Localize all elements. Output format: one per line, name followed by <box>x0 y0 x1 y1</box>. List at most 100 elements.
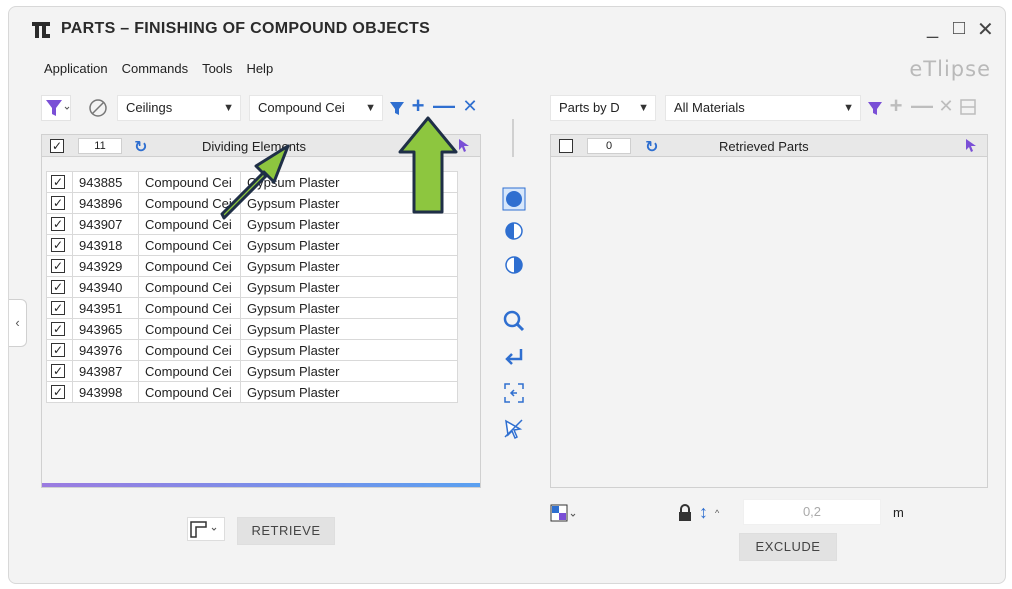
type-cell: Compound Cei <box>138 297 241 319</box>
row-checkbox[interactable]: ✓ <box>51 385 65 399</box>
row-checkbox[interactable]: ✓ <box>51 301 65 315</box>
select-all-checkbox[interactable]: ✓ <box>50 139 64 153</box>
offset-input[interactable]: 0,2 <box>743 499 881 525</box>
splitter-handle[interactable] <box>512 119 514 157</box>
id-cell: 943929 <box>72 255 139 277</box>
row-checkbox[interactable]: ✓ <box>51 364 65 378</box>
brand-logo: eTlipse <box>909 57 991 81</box>
row-checkbox-cell[interactable]: ✓ <box>46 255 73 277</box>
refresh-icon[interactable]: ↻ <box>645 137 658 157</box>
table-row[interactable]: ✓ 943951 Compound Cei Gypsum Plaster <box>46 297 458 319</box>
row-checkbox[interactable]: ✓ <box>51 259 65 273</box>
select-all-checkbox[interactable] <box>559 139 573 153</box>
row-checkbox-cell[interactable]: ✓ <box>46 339 73 361</box>
app-logo-icon <box>31 21 51 39</box>
type-cell: Compound Cei <box>138 318 241 340</box>
material-cell: Gypsum Plaster <box>240 381 458 403</box>
type-cell: Compound Cei <box>138 339 241 361</box>
row-checkbox-cell[interactable]: ✓ <box>46 213 73 235</box>
row-checkbox-cell[interactable]: ✓ <box>46 192 73 214</box>
annotation-arrow-up <box>398 116 458 214</box>
row-checkbox[interactable]: ✓ <box>51 217 65 231</box>
material-cell: Gypsum Plaster <box>240 318 458 340</box>
menu-commands[interactable]: Commands <box>122 61 188 76</box>
table-row[interactable]: ✓ 943940 Compound Cei Gypsum Plaster <box>46 276 458 298</box>
materials-select[interactable]: All Materials ▼ <box>665 95 861 121</box>
chevron-down-icon: ▼ <box>223 102 234 114</box>
type-cell: Compound Cei <box>138 360 241 382</box>
half-circle-right-icon[interactable] <box>502 253 526 277</box>
table-row[interactable]: ✓ 943998 Compound Cei Gypsum Plaster <box>46 381 458 403</box>
row-checkbox-cell[interactable]: ✓ <box>46 318 73 340</box>
row-checkbox-cell[interactable]: ✓ <box>46 297 73 319</box>
row-checkbox[interactable]: ✓ <box>51 175 65 189</box>
row-checkbox-cell[interactable]: ✓ <box>46 360 73 382</box>
half-circle-left-icon[interactable] <box>502 219 526 243</box>
row-checkbox-cell[interactable]: ✓ <box>46 276 73 298</box>
category-select[interactable]: Ceilings ▼ <box>117 95 241 121</box>
row-checkbox-cell[interactable]: ✓ <box>46 381 73 403</box>
row-checkbox-cell[interactable]: ✓ <box>46 171 73 193</box>
close-icon[interactable]: ✕ <box>977 17 994 42</box>
menu-help[interactable]: Help <box>246 61 273 76</box>
lock-icon[interactable] <box>677 504 693 525</box>
row-checkbox[interactable]: ✓ <box>51 280 65 294</box>
menu-tools[interactable]: Tools <box>202 61 232 76</box>
exclude-button[interactable]: EXCLUDE <box>739 533 837 561</box>
chevron-down-icon: ▼ <box>365 102 376 114</box>
chevron-up-icon[interactable]: ^ <box>715 508 719 518</box>
add-icon[interactable]: + <box>409 95 427 117</box>
deselect-cursor-icon[interactable] <box>502 417 526 441</box>
row-checkbox[interactable]: ✓ <box>51 196 65 210</box>
table-row[interactable]: ✓ 943965 Compound Cei Gypsum Plaster <box>46 318 458 340</box>
row-checkbox-cell[interactable]: ✓ <box>46 234 73 256</box>
grid-layout-icon[interactable] <box>550 503 580 525</box>
id-cell: 943940 <box>72 276 139 298</box>
filter-icon[interactable] <box>866 99 884 117</box>
table-row[interactable]: ✓ 943918 Compound Cei Gypsum Plaster <box>46 234 458 256</box>
row-checkbox[interactable]: ✓ <box>51 322 65 336</box>
type-cell: Compound Cei <box>138 381 241 403</box>
filter-dropdown-icon[interactable] <box>41 95 71 121</box>
app-window: PARTS – FINISHING OF COMPOUND OBJECTS _ … <box>8 6 1006 584</box>
clear-icon[interactable]: ✕ <box>461 97 479 115</box>
row-checkbox[interactable]: ✓ <box>51 238 65 252</box>
id-cell: 943987 <box>72 360 139 382</box>
zoom-icon[interactable] <box>502 309 526 333</box>
id-cell: 943896 <box>72 192 139 214</box>
type-cell: Compound Cei <box>138 234 241 256</box>
material-cell: Gypsum Plaster <box>240 255 458 277</box>
material-cell: Gypsum Plaster <box>240 360 458 382</box>
full-circle-icon[interactable] <box>502 187 526 211</box>
retrieved-parts-panel: 0 ↻ Retrieved Parts <box>550 134 988 488</box>
table-row[interactable]: ✓ 943976 Compound Cei Gypsum Plaster <box>46 339 458 361</box>
remove-icon[interactable]: — <box>911 95 933 117</box>
type-cell: Compound Cei <box>138 255 241 277</box>
fit-view-icon[interactable] <box>502 381 526 405</box>
refresh-icon[interactable]: ↻ <box>134 137 147 157</box>
maximize-icon[interactable]: □ <box>953 17 965 40</box>
add-icon[interactable]: + <box>887 95 905 117</box>
id-cell: 943965 <box>72 318 139 340</box>
collapse-panel-button[interactable]: ‹ <box>9 299 27 347</box>
split-icon[interactable] <box>959 98 977 116</box>
minimize-icon[interactable]: _ <box>927 17 938 40</box>
return-arrow-icon[interactable] <box>502 345 526 369</box>
remove-icon[interactable]: — <box>433 95 455 117</box>
no-selection-icon[interactable] <box>87 97 109 119</box>
vertical-arrows-icon[interactable]: ↕ <box>699 502 708 523</box>
type-select[interactable]: Compound Cei ▼ <box>249 95 383 121</box>
progress-bar <box>42 483 480 487</box>
count-badge: 11 <box>78 138 122 154</box>
id-cell: 943998 <box>72 381 139 403</box>
clear-icon[interactable]: ✕ <box>937 97 955 115</box>
menu-application[interactable]: Application <box>44 61 108 76</box>
layout-option-icon[interactable] <box>187 517 225 541</box>
material-cell: Gypsum Plaster <box>240 234 458 256</box>
table-row[interactable]: ✓ 943929 Compound Cei Gypsum Plaster <box>46 255 458 277</box>
table-row[interactable]: ✓ 943987 Compound Cei Gypsum Plaster <box>46 360 458 382</box>
parts-by-select[interactable]: Parts by D ▼ <box>550 95 656 121</box>
row-checkbox[interactable]: ✓ <box>51 343 65 357</box>
retrieve-button[interactable]: RETRIEVE <box>237 517 335 545</box>
select-cursor-icon[interactable] <box>963 137 979 156</box>
